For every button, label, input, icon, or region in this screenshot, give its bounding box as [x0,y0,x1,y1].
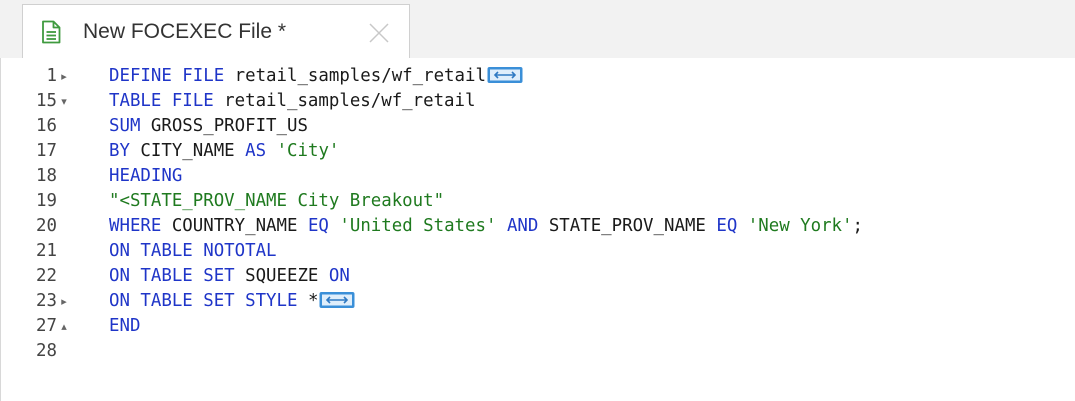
code-line[interactable]: 18 HEADING [1,164,1071,189]
code-plain: * [297,291,319,311]
code-plain: CITY_NAME [129,141,246,161]
folded-code-widget-icon[interactable] [319,291,355,309]
code-keyword: AS [245,141,267,161]
line-gutter: 15 ▾ [1,89,71,114]
code-line[interactable]: 15 ▾ TABLE FILE retail_samples/wf_retail [1,89,1071,114]
code-keyword: TABLE FILE [109,91,214,111]
tab-bar: New FOCEXEC File * [0,0,1075,58]
code-text: ON TABLE SET STYLE * [109,289,355,314]
line-number: 27 [36,316,57,336]
line-gutter: 19 [1,189,71,214]
line-number: 17 [36,141,57,161]
code-text: DEFINE FILE retail_samples/wf_retail [109,64,523,89]
line-number: 28 [36,341,57,361]
code-keyword: SUM [109,116,141,136]
line-gutter: 1 ▸ [1,64,71,89]
code-plain: GROSS_PROFIT_US [140,116,308,136]
code-text: END [109,314,140,339]
code-line[interactable]: 17 BY CITY_NAME AS 'City' [1,139,1071,164]
line-gutter: 23 ▸ [1,289,71,314]
code-text: BY CITY_NAME AS 'City' [109,139,339,164]
line-gutter: 20 [1,214,71,239]
code-plain [266,141,276,161]
code-text: SUM GROSS_PROFIT_US [109,114,308,139]
code-text: ON TABLE SET SQUEEZE ON [109,264,350,289]
code-text: "<STATE_PROV_NAME City Breakout" [109,189,444,214]
code-line[interactable]: 27 ▴ END [1,314,1071,339]
line-gutter: 17 [1,139,71,164]
line-gutter: 18 [1,164,71,189]
line-gutter: 22 [1,264,71,289]
line-number: 16 [36,116,57,136]
code-string: 'New York' [747,216,853,236]
line-number: 21 [36,241,57,261]
code-keyword: BY [109,141,130,161]
code-line[interactable]: 28 [1,339,1071,364]
code-plain: STATE_PROV_NAME [538,216,717,236]
folded-code-widget-icon[interactable] [487,66,523,84]
tab-title: New FOCEXEC File * [83,20,287,43]
code-keyword: AND [506,216,539,236]
code-text: TABLE FILE retail_samples/wf_retail [109,89,475,114]
code-text: ON TABLE NOTOTAL [109,239,277,264]
code-plain: SQUEEZE [234,266,329,286]
code-line[interactable]: 23 ▸ ON TABLE SET STYLE * [1,289,1071,314]
code-line[interactable]: 22 ON TABLE SET SQUEEZE ON [1,264,1071,289]
code-keyword: END [109,316,141,336]
code-keyword: EQ [716,216,738,236]
code-plain [737,216,747,236]
code-line[interactable]: 1 ▸ DEFINE FILE retail_samples/wf_retail [1,64,1071,89]
code-keyword: DEFINE FILE [109,66,225,86]
code-text: HEADING [109,164,182,189]
code-plain: ; [852,216,863,236]
code-plain [329,216,339,236]
tab-new-focexec-file[interactable]: New FOCEXEC File * [22,4,410,58]
code-string: "<STATE_PROV_NAME City Breakout" [109,191,445,211]
code-plain: retail_samples/wf_retail [213,91,476,111]
code-keyword: EQ [307,216,329,236]
code-keyword: HEADING [109,166,183,186]
code-plain: retail_samples/wf_retail [224,66,486,86]
code-line[interactable]: 21 ON TABLE NOTOTAL [1,239,1071,264]
code-string: 'City' [276,141,340,161]
line-gutter: 27 ▴ [1,314,71,339]
line-number: 15 [36,91,57,111]
code-keyword: ON TABLE SET STYLE [109,291,298,311]
line-number: 19 [36,191,57,211]
code-plain: COUNTRY_NAME [161,216,308,236]
code-line[interactable]: 16 SUM GROSS_PROFIT_US [1,114,1071,139]
code-keyword: ON [328,266,350,286]
fold-end-icon[interactable]: ▴ [58,314,70,339]
code-editor[interactable]: 1 ▸ DEFINE FILE retail_samples/wf_retail 15… [0,58,1075,401]
line-number: 1 [46,66,57,86]
line-number: 23 [36,291,57,311]
document-icon [40,20,62,44]
code-line[interactable]: 19 "<STATE_PROV_NAME City Breakout" [1,189,1071,214]
line-gutter: 21 [1,239,71,264]
code-keyword: WHERE [109,216,162,236]
code-keyword: ON TABLE NOTOTAL [109,241,277,261]
close-icon[interactable] [368,22,390,44]
line-number: 22 [36,266,57,286]
fold-collapsed-icon[interactable]: ▸ [58,289,70,314]
code-text: WHERE COUNTRY_NAME EQ 'United States' AN… [109,214,863,239]
fold-collapsed-icon[interactable]: ▸ [58,64,70,89]
code-plain [496,216,506,236]
line-number: 18 [36,166,57,186]
line-number: 20 [36,216,57,236]
code-line[interactable]: 20 WHERE COUNTRY_NAME EQ 'United States' … [1,214,1071,239]
line-gutter: 16 [1,114,71,139]
fold-expanded-icon[interactable]: ▾ [58,89,70,114]
code-keyword: ON TABLE SET [109,266,235,286]
line-gutter: 28 [1,339,71,364]
code-string: 'United States' [339,216,497,236]
